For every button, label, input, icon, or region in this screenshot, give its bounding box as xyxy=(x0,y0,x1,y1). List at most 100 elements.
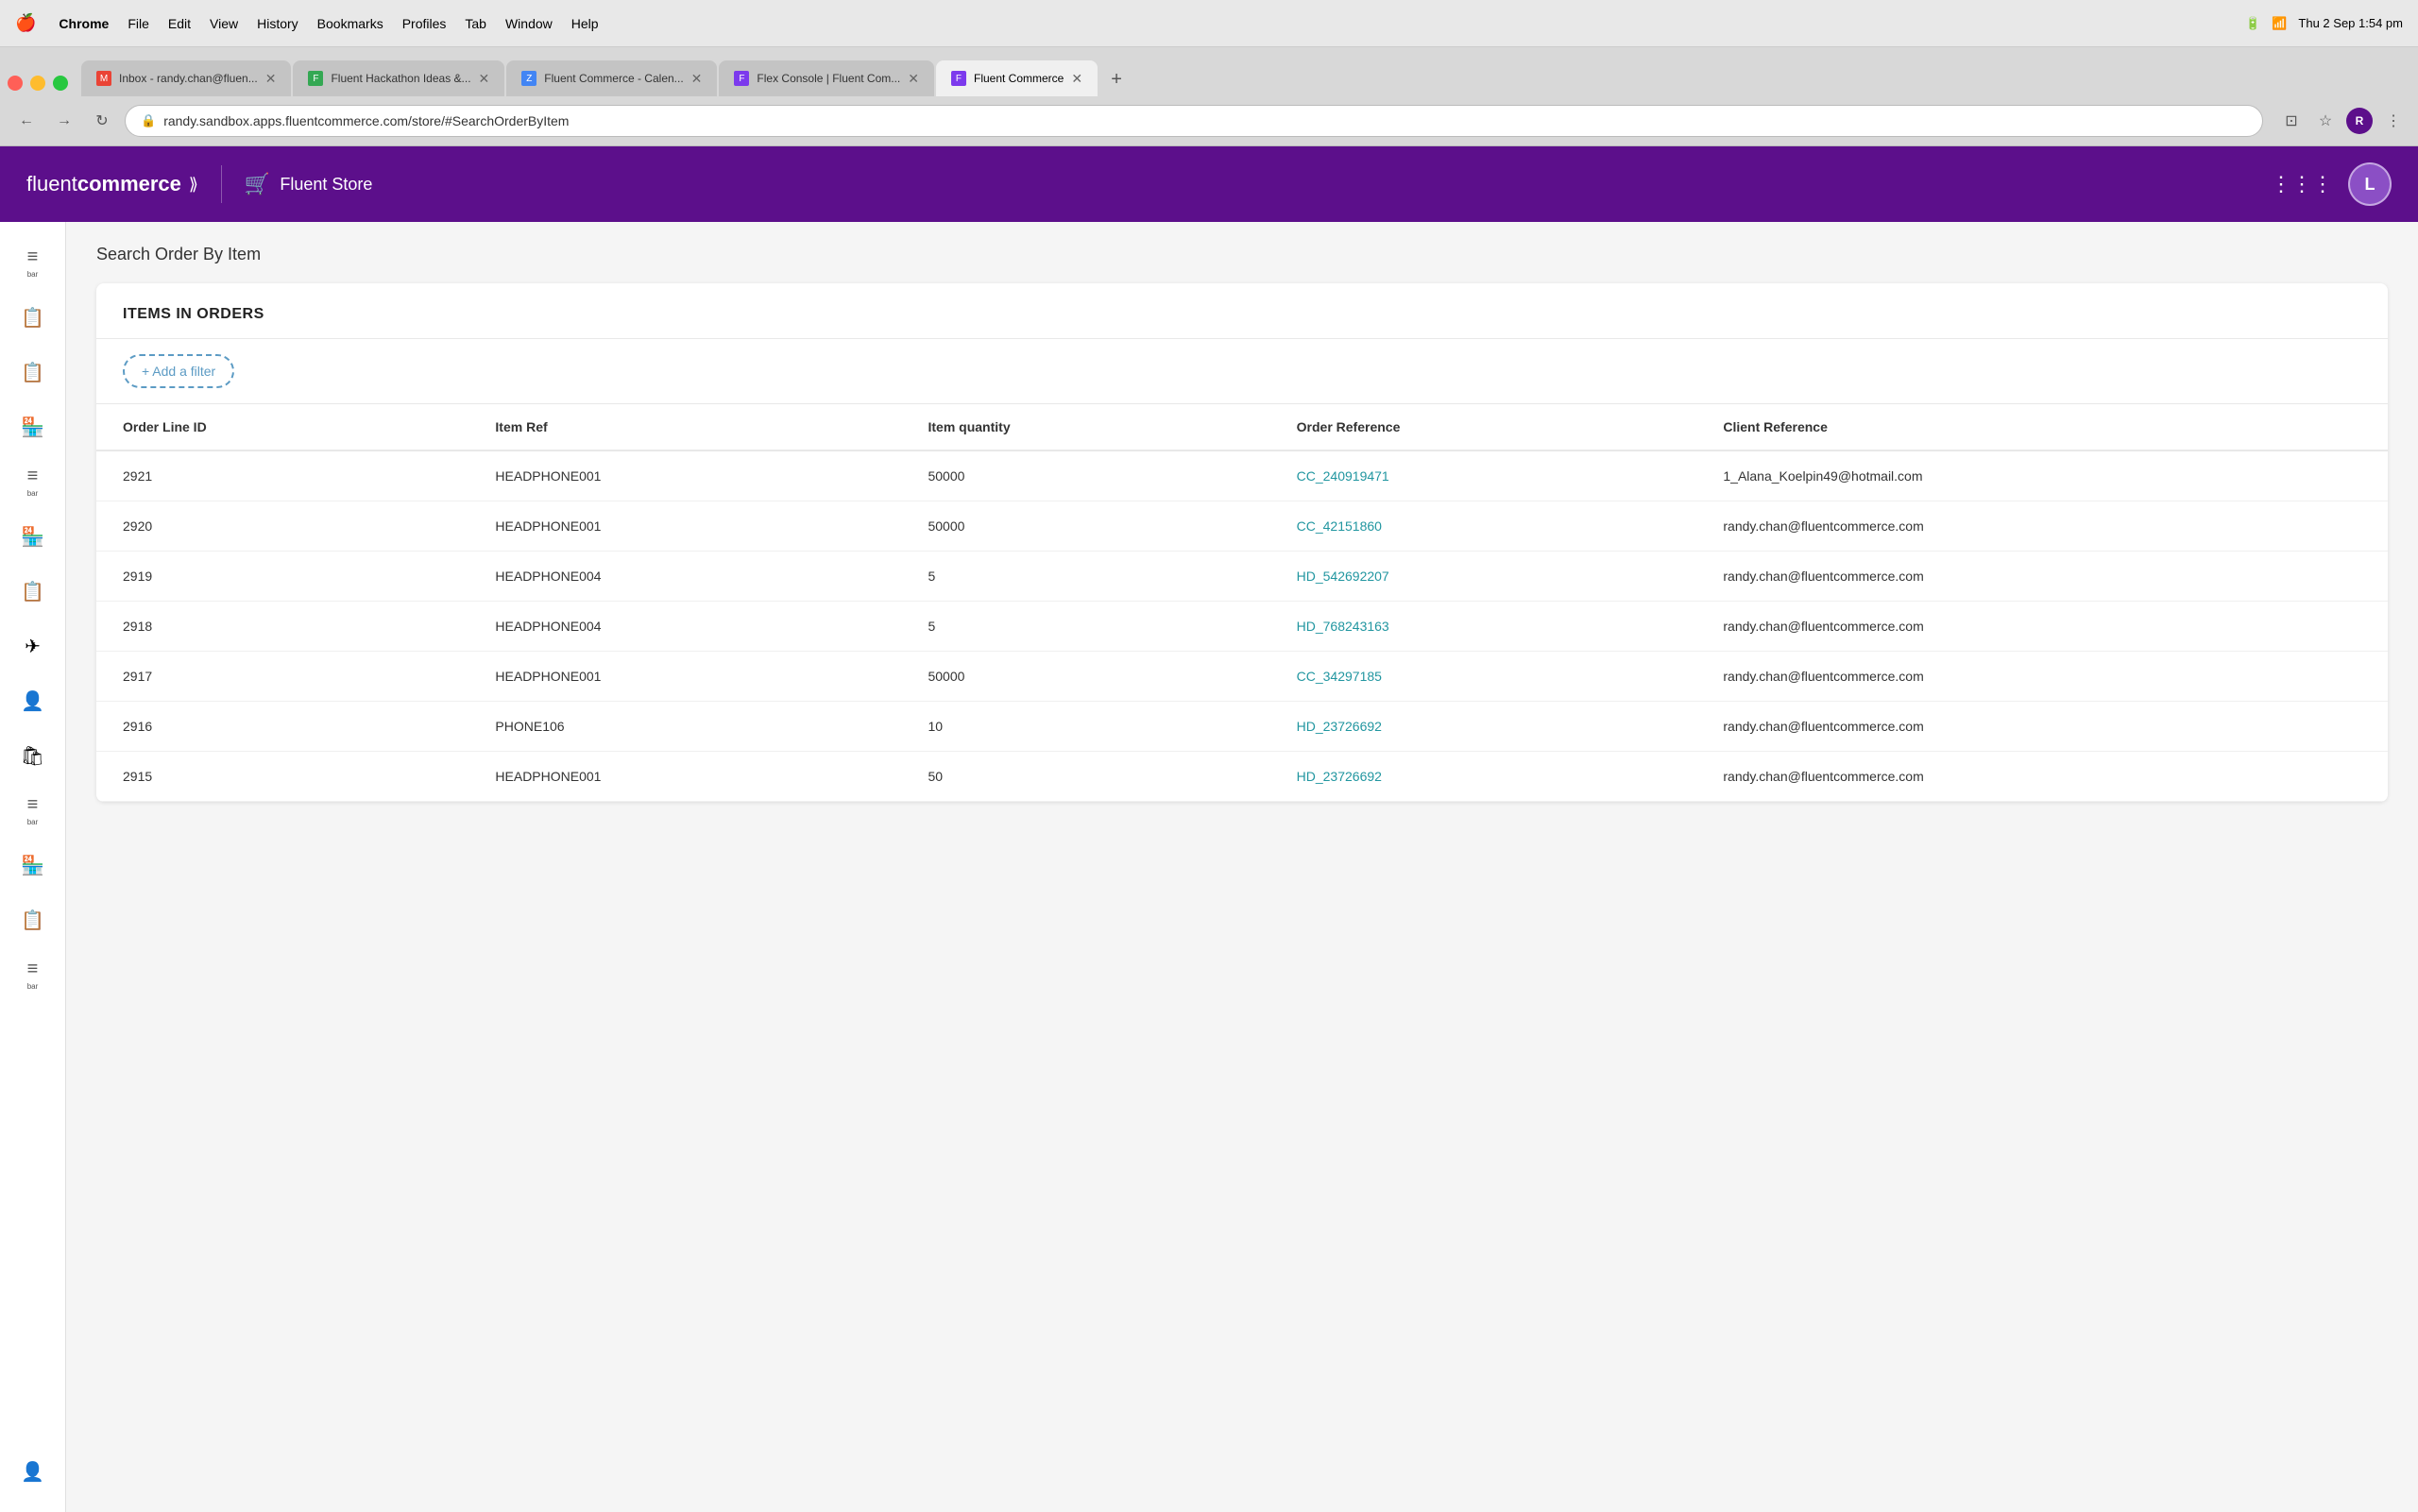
order-reference-link: CC_240919471 xyxy=(1297,468,1389,484)
store-cart-icon: 🛒 xyxy=(245,172,270,196)
cell-order-line-id: 2920 xyxy=(96,501,468,552)
sidebar-item-store1[interactable]: 🏪 xyxy=(8,401,59,452)
cell-order-line-id: 2916 xyxy=(96,702,468,752)
topbar-divider xyxy=(221,165,222,203)
mac-app-name[interactable]: Chrome xyxy=(59,16,109,31)
sidebar-flight-icon: ✈ xyxy=(25,635,41,658)
cell-order-reference[interactable]: HD_23726692 xyxy=(1270,702,1697,752)
forward-button[interactable]: → xyxy=(49,106,79,136)
cell-order-reference[interactable]: CC_42151860 xyxy=(1270,501,1697,552)
profile-avatar[interactable]: R xyxy=(2346,108,2373,134)
back-button[interactable]: ← xyxy=(11,106,42,136)
tab1-close[interactable]: ✕ xyxy=(265,71,277,87)
tab4-favicon: F xyxy=(734,71,749,86)
mac-wifi-icon: 📶 xyxy=(2272,16,2287,31)
mac-help-menu[interactable]: Help xyxy=(571,16,599,31)
tab2-close[interactable]: ✕ xyxy=(479,71,490,87)
sidebar-item-store2[interactable]: 🏪 xyxy=(8,511,59,562)
store-section[interactable]: 🛒 Fluent Store xyxy=(245,172,372,196)
tab3-close[interactable]: ✕ xyxy=(691,71,703,87)
mac-file-menu[interactable]: File xyxy=(128,16,149,31)
sidebar-item-bag[interactable]: 🛍 xyxy=(8,730,59,781)
reload-button[interactable]: ↻ xyxy=(87,106,117,136)
cell-order-line-id: 2921 xyxy=(96,450,468,501)
cell-order-reference[interactable]: CC_240919471 xyxy=(1270,450,1697,501)
topbar-more-icon[interactable]: ⋮⋮⋮ xyxy=(2271,172,2333,196)
table-row: 2918 HEADPHONE004 5 HD_768243163 randy.c… xyxy=(96,602,2388,652)
menu-icon[interactable]: ⋮ xyxy=(2380,108,2407,134)
cell-order-reference[interactable]: CC_34297185 xyxy=(1270,652,1697,702)
user-avatar[interactable]: L xyxy=(2348,162,2392,206)
sidebar-item-bar3[interactable]: ≡ bar xyxy=(8,785,59,836)
table-row: 2921 HEADPHONE001 50000 CC_240919471 1_A… xyxy=(96,450,2388,501)
sidebar-item-orders2[interactable]: 📋 xyxy=(8,347,59,398)
mac-edit-menu[interactable]: Edit xyxy=(168,16,191,31)
mac-tab-menu[interactable]: Tab xyxy=(465,16,486,31)
sidebar-item-orders1[interactable]: 📋 xyxy=(8,292,59,343)
cell-client-reference: randy.chan@fluentcommerce.com xyxy=(1696,602,2388,652)
mac-datetime: Thu 2 Sep 1:54 pm xyxy=(2298,16,2403,30)
topbar-right: ⋮⋮⋮ L xyxy=(2271,162,2392,206)
tab4-close[interactable]: ✕ xyxy=(908,71,919,87)
sidebar-store1-icon: 🏪 xyxy=(21,416,44,439)
sidebar-item-bar1[interactable]: ≡ bar xyxy=(8,237,59,288)
window-minimize-btn[interactable] xyxy=(30,76,45,91)
add-filter-button[interactable]: + Add a filter xyxy=(123,354,234,388)
browser-tab-2[interactable]: F Fluent Hackathon Ideas &... ✕ xyxy=(293,60,504,96)
sidebar-bar1-icon: ≡ xyxy=(27,246,39,268)
mac-window-menu[interactable]: Window xyxy=(505,16,553,31)
sidebar-item-orders3[interactable]: 📋 xyxy=(8,566,59,617)
table-row: 2919 HEADPHONE004 5 HD_542692207 randy.c… xyxy=(96,552,2388,602)
apple-menu[interactable]: 🍎 xyxy=(15,13,36,33)
card-header: ITEMS IN ORDERS xyxy=(96,283,2388,339)
sidebar-item-bar2[interactable]: ≡ bar xyxy=(8,456,59,507)
table-row: 2920 HEADPHONE001 50000 CC_42151860 rand… xyxy=(96,501,2388,552)
sidebar-item-flight[interactable]: ✈ xyxy=(8,620,59,671)
order-reference-link: CC_34297185 xyxy=(1297,669,1382,684)
app-topbar: fluentcommerce ⟫ 🛒 Fluent Store ⋮⋮⋮ L xyxy=(0,146,2418,222)
sidebar-item-user-bottom[interactable]: 👤 xyxy=(8,1446,59,1497)
tab1-label: Inbox - randy.chan@fluen... xyxy=(119,72,258,85)
mac-topbar: 🍎 Chrome File Edit View History Bookmark… xyxy=(0,0,2418,47)
sidebar-item-store3[interactable]: 🏪 xyxy=(8,840,59,891)
cell-order-reference[interactable]: HD_23726692 xyxy=(1270,752,1697,802)
cell-item-quantity: 50 xyxy=(901,752,1269,802)
new-tab-button[interactable]: + xyxy=(1099,62,1133,96)
browser-chrome: M Inbox - randy.chan@fluen... ✕ F Fluent… xyxy=(0,47,2418,146)
mac-view-menu[interactable]: View xyxy=(210,16,238,31)
cell-item-ref: HEADPHONE001 xyxy=(468,752,901,802)
mac-profiles-menu[interactable]: Profiles xyxy=(402,16,447,31)
tab5-close[interactable]: ✕ xyxy=(1071,71,1082,87)
mac-bookmarks-menu[interactable]: Bookmarks xyxy=(317,16,383,31)
window-maximize-btn[interactable] xyxy=(53,76,68,91)
cell-item-ref: HEADPHONE004 xyxy=(468,552,901,602)
bookmark-icon[interactable]: ☆ xyxy=(2312,108,2339,134)
browser-tab-1[interactable]: M Inbox - randy.chan@fluen... ✕ xyxy=(81,60,291,96)
address-bar-row: ← → ↻ 🔒 randy.sandbox.apps.fluentcommerc… xyxy=(0,96,2418,145)
cell-item-quantity: 50000 xyxy=(901,501,1269,552)
sidebar-item-bar4[interactable]: ≡ bar xyxy=(8,949,59,1000)
browser-tab-4[interactable]: F Flex Console | Fluent Com... ✕ xyxy=(719,60,934,96)
order-reference-link: HD_23726692 xyxy=(1297,769,1382,784)
window-close-btn[interactable] xyxy=(8,76,23,91)
sidebar-bar3-icon: ≡ xyxy=(27,794,39,816)
mac-history-menu[interactable]: History xyxy=(257,16,298,31)
sidebar-orders1-icon: 📋 xyxy=(21,306,44,330)
brand-logo[interactable]: fluentcommerce ⟫ xyxy=(26,172,198,196)
cell-order-reference[interactable]: HD_768243163 xyxy=(1270,602,1697,652)
page-title: Search Order By Item xyxy=(96,245,2388,264)
col-order-line-id: Order Line ID xyxy=(96,404,468,450)
lock-icon: 🔒 xyxy=(141,113,156,128)
address-input[interactable]: 🔒 randy.sandbox.apps.fluentcommerce.com/… xyxy=(125,105,2263,137)
cast-icon[interactable]: ⊡ xyxy=(2278,108,2305,134)
sidebar-store2-icon: 🏪 xyxy=(21,525,44,549)
brand-commerce: commerce xyxy=(77,172,181,195)
items-in-orders-card: ITEMS IN ORDERS + Add a filter Order Lin… xyxy=(96,283,2388,802)
sidebar-item-person[interactable]: 👤 xyxy=(8,675,59,726)
browser-tab-5[interactable]: F Fluent Commerce ✕ xyxy=(936,60,1098,96)
sidebar-item-orders4[interactable]: 📋 xyxy=(8,894,59,945)
browser-tab-3[interactable]: Z Fluent Commerce - Calen... ✕ xyxy=(506,60,717,96)
cell-order-reference[interactable]: HD_542692207 xyxy=(1270,552,1697,602)
mac-bar-right: 🔋 📶 Thu 2 Sep 1:54 pm xyxy=(2245,16,2403,31)
tab2-favicon: F xyxy=(308,71,323,86)
